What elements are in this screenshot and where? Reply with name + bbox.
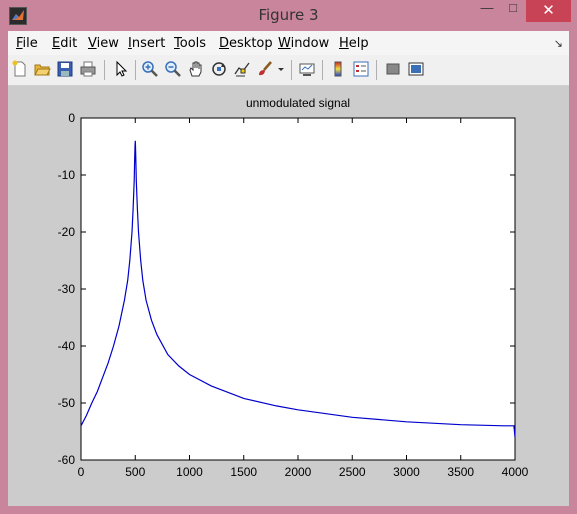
x-tick-label: 2500 (339, 465, 366, 479)
plot-area (80, 117, 516, 461)
figure-toolbar (8, 55, 569, 86)
brush-dropdown-icon[interactable] (276, 60, 286, 78)
y-tick-label: -40 (58, 339, 76, 353)
save-icon[interactable] (56, 60, 74, 78)
open-file-icon[interactable] (33, 60, 51, 78)
toolbar-separator (104, 60, 105, 80)
x-tick-label: 3500 (447, 465, 474, 479)
y-tick-label: -30 (58, 282, 76, 296)
menu-help[interactable]: Help (339, 36, 369, 51)
figure-window: Figure 3 — □ ✕ File Edit View Insert Too… (0, 0, 577, 514)
hide-plot-tools-icon[interactable] (384, 60, 402, 78)
minimize-button[interactable]: — (474, 0, 500, 22)
client-area: File Edit View Insert Tools Desktop Wind… (8, 31, 569, 506)
line-chart[interactable]: 0 500 1000 1500 2000 2500 3000 3500 4000 0 -10 -20 -… (8, 86, 569, 506)
y-tick-label: 0 (68, 111, 75, 125)
data-cursor-icon[interactable] (233, 60, 251, 78)
pan-icon[interactable] (187, 60, 205, 78)
link-plot-icon[interactable] (298, 60, 316, 78)
title-bar[interactable]: Figure 3 — □ ✕ (0, 0, 577, 31)
new-figure-icon[interactable] (11, 60, 29, 78)
brush-icon[interactable] (256, 60, 274, 78)
x-tick-label: 1500 (230, 465, 257, 479)
x-tick-label: 1000 (176, 465, 203, 479)
x-tick-label: 500 (125, 465, 145, 479)
close-button[interactable]: ✕ (526, 0, 571, 22)
menu-desktop[interactable]: Desktop (219, 36, 273, 51)
pointer-icon[interactable] (112, 60, 130, 78)
show-plot-tools-icon[interactable] (407, 60, 425, 78)
y-tick-label: -60 (58, 453, 76, 467)
menu-bar: File Edit View Insert Tools Desktop Wind… (8, 31, 569, 55)
x-tick-label: 0 (78, 465, 85, 479)
print-icon[interactable] (79, 60, 97, 78)
menu-insert[interactable]: Insert (128, 36, 165, 51)
menu-window[interactable]: Window (278, 36, 329, 51)
y-tick-label: -20 (58, 225, 76, 239)
menu-file[interactable]: File (16, 36, 38, 51)
legend-icon[interactable] (352, 60, 370, 78)
rotate-3d-icon[interactable] (210, 60, 228, 78)
toolbar-separator (291, 60, 292, 80)
menu-edit[interactable]: Edit (52, 36, 77, 51)
maximize-button[interactable]: □ (500, 0, 526, 22)
zoom-in-icon[interactable] (141, 60, 159, 78)
colorbar-icon[interactable] (329, 60, 347, 78)
x-tick-label: 3000 (393, 465, 420, 479)
x-tick-label: 4000 (502, 465, 529, 479)
x-tick-label: 2000 (285, 465, 312, 479)
y-tick-label: -10 (58, 168, 76, 182)
toolbar-separator (135, 60, 136, 80)
zoom-out-icon[interactable] (164, 60, 182, 78)
figure-canvas[interactable]: unmodulated signal 0 500 1000 1500 2000 2500 3… (8, 86, 569, 506)
menu-view[interactable]: View (88, 36, 119, 51)
toolbar-separator (322, 60, 323, 80)
toolbar-separator (376, 60, 377, 80)
y-tick-label: -50 (58, 396, 76, 410)
menu-tools[interactable]: Tools (174, 36, 206, 51)
dock-arrow-icon[interactable]: ↘ (554, 37, 563, 50)
